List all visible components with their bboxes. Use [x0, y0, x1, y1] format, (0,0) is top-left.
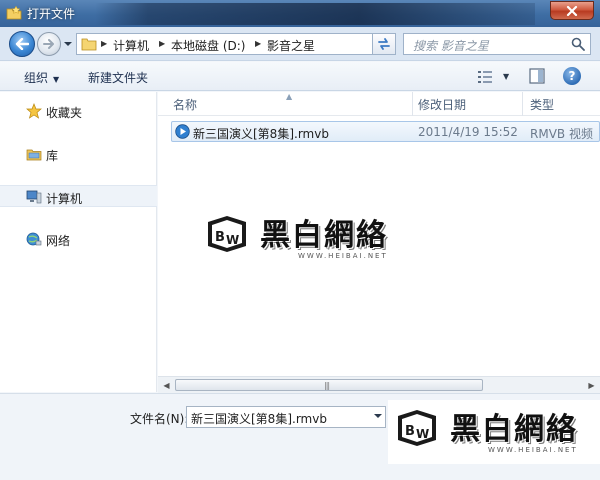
- close-icon: [566, 5, 578, 16]
- recent-pages-dropdown-icon[interactable]: [63, 40, 73, 48]
- back-button[interactable]: [9, 31, 35, 57]
- breadcrumb-current-folder[interactable]: 影音之星: [267, 37, 315, 54]
- address-bar[interactable]: ▶ 计算机 ▶ 本地磁盘 (D:) ▶ 影音之星: [76, 33, 396, 55]
- brand-logo-icon: B W: [208, 216, 246, 252]
- sidebar-item-label: 计算机: [46, 192, 83, 206]
- svg-text:W: W: [416, 427, 429, 441]
- help-icon: ?: [568, 69, 576, 83]
- sidebar-item-label: 收藏夹: [46, 106, 83, 120]
- sort-ascending-icon: ▲: [286, 92, 293, 101]
- sidebar-item-label: 网络: [46, 234, 71, 248]
- svg-text:B: B: [215, 230, 225, 245]
- star-icon: [26, 103, 42, 119]
- watermark-center: B W 黑白網絡 WWW.HEIBAI.NET: [198, 206, 410, 266]
- svg-text:B: B: [405, 424, 415, 439]
- computer-icon: [26, 190, 42, 204]
- open-file-dialog: 打开文件 ▶ 计算机 ▶ 本地磁盘 (D:) ▶ 影音之星 搜索 影音之星 组织…: [0, 0, 600, 480]
- filename-input[interactable]: 新三国演义[第8集].rmvb: [186, 406, 386, 428]
- change-view-button[interactable]: ▼: [477, 68, 513, 85]
- folder-open-icon: [6, 5, 22, 20]
- title-bar: 打开文件: [0, 0, 600, 27]
- chevron-down-icon[interactable]: [373, 412, 383, 420]
- organize-menu-button[interactable]: 组织 ▼: [24, 69, 59, 86]
- details-view-icon: [478, 70, 492, 83]
- scrollbar-thumb[interactable]: |||: [175, 379, 483, 391]
- watermark-url: WWW.HEIBAI.NET: [488, 446, 578, 454]
- search-input[interactable]: 搜索 影音之星: [403, 33, 591, 55]
- filename-value: 新三国演义[第8集].rmvb: [191, 412, 327, 426]
- breadcrumb-drive-d[interactable]: 本地磁盘 (D:): [171, 37, 245, 54]
- breadcrumb-separator-icon[interactable]: ▶: [101, 39, 107, 48]
- watermark-brand: 黑白網絡: [260, 218, 388, 253]
- search-icon[interactable]: [571, 37, 585, 51]
- forward-button[interactable]: [37, 32, 61, 56]
- caret-down-icon: ▼: [53, 75, 60, 84]
- video-file-icon: [175, 124, 190, 139]
- sidebar-item-favorites[interactable]: 收藏夹: [0, 100, 157, 122]
- watermark-brand: 黑白網絡: [450, 412, 578, 447]
- breadcrumb-separator-icon[interactable]: ▶: [159, 39, 165, 48]
- sidebar-item-computer[interactable]: 计算机: [0, 185, 157, 207]
- breadcrumb-separator-icon[interactable]: ▶: [255, 39, 261, 48]
- file-name: 新三国演义[第8集].rmvb: [193, 127, 329, 141]
- arrow-right-icon: [43, 39, 54, 49]
- caret-down-icon: ▼: [503, 72, 510, 81]
- sidebar-item-network[interactable]: 网络: [0, 228, 157, 250]
- arrow-left-icon: [15, 38, 29, 50]
- organize-label: 组织: [24, 71, 49, 85]
- refresh-icon: [378, 38, 390, 50]
- scroll-left-icon[interactable]: ◀: [158, 377, 175, 393]
- filename-label: 文件名(N):: [130, 412, 189, 426]
- file-modified-date: 2011/4/19 15:52: [418, 125, 518, 139]
- column-modified-date[interactable]: 修改日期: [418, 96, 466, 113]
- file-type: RMVB 视频: [530, 127, 593, 141]
- horizontal-scrollbar[interactable]: ◀ ||| ▶: [158, 376, 600, 393]
- navigation-pane: 收藏夹 库 计算机 网络: [0, 92, 157, 392]
- watermark-url: WWW.HEIBAI.NET: [298, 252, 388, 260]
- watermark-corner: B W 黑白網絡 WWW.HEIBAI.NET: [388, 400, 600, 464]
- search-placeholder: 搜索 影音之星: [413, 39, 489, 53]
- folder-icon: [81, 38, 97, 51]
- close-button[interactable]: [550, 1, 594, 20]
- column-header: ▲ 名称 修改日期 类型: [158, 92, 600, 116]
- svg-text:W: W: [226, 233, 239, 247]
- library-icon: [26, 149, 42, 161]
- window-title: 打开文件: [27, 7, 76, 21]
- help-button[interactable]: ?: [563, 67, 581, 85]
- column-name[interactable]: 名称: [173, 96, 197, 113]
- table-row[interactable]: 新三国演义[第8集].rmvb 2011/4/19 15:52 RMVB 视频: [171, 121, 600, 142]
- new-folder-button[interactable]: 新建文件夹: [88, 69, 148, 86]
- brand-logo-icon: B W: [398, 410, 436, 446]
- refresh-button[interactable]: [372, 33, 396, 55]
- sidebar-item-libraries[interactable]: 库: [0, 143, 157, 165]
- sidebar-item-label: 库: [46, 149, 59, 163]
- navigation-bar: ▶ 计算机 ▶ 本地磁盘 (D:) ▶ 影音之星 搜索 影音之星: [0, 27, 600, 61]
- scroll-right-icon[interactable]: ▶: [583, 377, 600, 393]
- network-icon: [26, 232, 42, 246]
- column-type[interactable]: 类型: [530, 96, 554, 113]
- breadcrumb-computer[interactable]: 计算机: [113, 37, 149, 54]
- preview-pane-icon[interactable]: [529, 68, 545, 84]
- command-toolbar: 组织 ▼ 新建文件夹 ▼ ?: [0, 62, 600, 91]
